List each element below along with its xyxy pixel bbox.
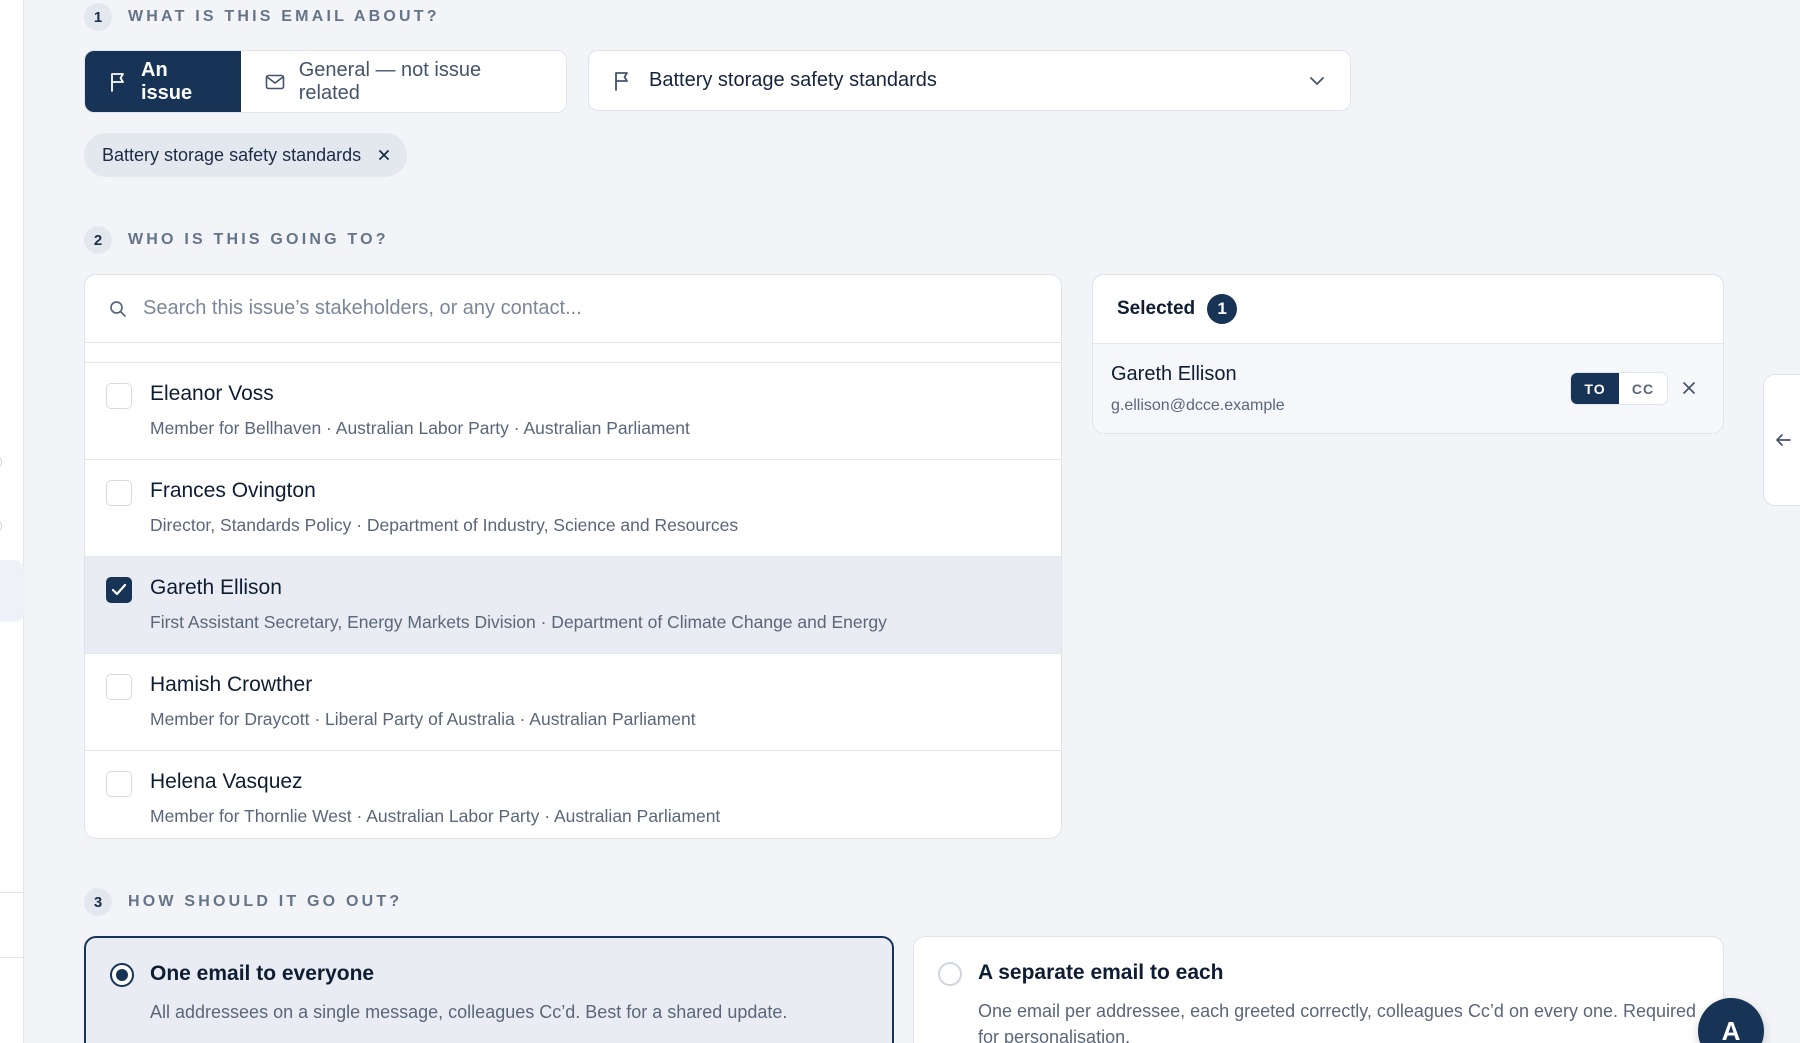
contact-name: Frances Ovington bbox=[150, 479, 316, 502]
sidebar-nav-icon[interactable] bbox=[0, 520, 2, 532]
close-icon[interactable] bbox=[377, 148, 391, 162]
step-title: WHAT IS THIS EMAIL ABOUT? bbox=[128, 8, 440, 25]
issue-chip: Battery storage safety standards bbox=[84, 133, 408, 177]
selected-count-badge: 1 bbox=[1207, 294, 1238, 324]
general-label: General — not issue related bbox=[298, 58, 482, 104]
contact-meta: Member for Thornlie West · Australian La… bbox=[150, 806, 721, 826]
app-sidebar-edge bbox=[0, 0, 24, 1043]
contact-meta: Director, Standards Policy · Department … bbox=[150, 515, 739, 535]
to-button[interactable]: TO bbox=[1571, 373, 1619, 404]
contact-row[interactable]: Gareth Ellison First Assistant Secretary… bbox=[85, 557, 1061, 654]
drawer-toggle[interactable] bbox=[1763, 374, 1800, 506]
step-number: 3 bbox=[84, 888, 112, 916]
selected-recipient-name: Gareth Ellison bbox=[1111, 363, 1237, 385]
step-1-header: 1 WHAT IS THIS EMAIL ABOUT? bbox=[84, 3, 440, 31]
an-issue-button[interactable]: An issue bbox=[85, 51, 241, 112]
close-icon[interactable] bbox=[1682, 381, 1696, 395]
checkbox[interactable] bbox=[106, 383, 132, 409]
an-issue-label: An issue bbox=[141, 58, 193, 104]
search-input[interactable] bbox=[143, 297, 1003, 320]
step-2-header: 2 WHO IS THIS GOING TO? bbox=[84, 226, 389, 254]
step-title: HOW SHOULD IT GO OUT? bbox=[128, 893, 403, 910]
contact-name: Hamish Crowther bbox=[150, 673, 313, 696]
contact-name: Eleanor Voss bbox=[150, 382, 274, 405]
chevron-down-icon bbox=[1308, 75, 1326, 87]
selected-recipient-email: g.ellison@dcce.example bbox=[1111, 397, 1285, 414]
step-number: 1 bbox=[84, 3, 112, 31]
option-title: One email to everyone bbox=[150, 962, 375, 985]
delivery-option-single[interactable]: One email to everyone All addressees on … bbox=[84, 936, 894, 1043]
search-bar bbox=[85, 275, 1061, 343]
issue-chip-label: Battery storage safety standards bbox=[102, 144, 362, 165]
radio-button[interactable] bbox=[938, 962, 962, 986]
selected-title: Selected bbox=[1117, 298, 1196, 319]
list-scroll-edge bbox=[85, 343, 1061, 363]
flag-icon bbox=[109, 72, 127, 92]
sidebar-active-item[interactable] bbox=[0, 560, 24, 622]
option-description: One email per addressee, each greeted co… bbox=[978, 1001, 1697, 1043]
option-description: All addressees on a single message, coll… bbox=[150, 1002, 788, 1022]
sidebar-nav-icon[interactable] bbox=[0, 456, 2, 468]
check-icon bbox=[111, 583, 127, 597]
step-number: 2 bbox=[84, 226, 112, 254]
general-button[interactable]: General — not issue related bbox=[241, 51, 566, 112]
email-type-toggle: An issue General — not issue related bbox=[84, 50, 567, 113]
contact-meta: Member for Bellhaven · Australian Labor … bbox=[150, 418, 690, 438]
search-icon bbox=[109, 300, 127, 318]
contact-meta: First Assistant Secretary, Energy Market… bbox=[150, 612, 887, 632]
contact-name: Gareth Ellison bbox=[150, 576, 282, 599]
delivery-option-separate[interactable]: A separate email to each One email per a… bbox=[913, 936, 1724, 1043]
recipient-picker: Eleanor Voss Member for Bellhaven · Aust… bbox=[84, 274, 1062, 839]
selected-recipient: Gareth Ellison g.ellison@dcce.example TO… bbox=[1093, 344, 1723, 433]
cc-button[interactable]: CC bbox=[1619, 373, 1667, 404]
flag-icon bbox=[613, 71, 631, 91]
arrow-left-icon bbox=[1774, 433, 1792, 447]
issue-select[interactable]: Battery storage safety standards bbox=[588, 50, 1351, 111]
contact-row[interactable]: Hamish Crowther Member for Draycott · Li… bbox=[85, 654, 1061, 751]
issue-select-value: Battery storage safety standards bbox=[649, 69, 937, 91]
checkbox[interactable] bbox=[106, 674, 132, 700]
step-3-header: 3 HOW SHOULD IT GO OUT? bbox=[84, 888, 402, 916]
selected-header: Selected 1 bbox=[1093, 275, 1723, 344]
mail-icon bbox=[265, 74, 285, 90]
contact-row[interactable]: Helena Vasquez Member for Thornlie West … bbox=[85, 751, 1061, 838]
radio-button[interactable] bbox=[110, 963, 134, 987]
contact-row[interactable]: Frances Ovington Director, Standards Pol… bbox=[85, 460, 1061, 557]
contact-row[interactable]: Eleanor Voss Member for Bellhaven · Aust… bbox=[85, 363, 1061, 460]
contact-name: Helena Vasquez bbox=[150, 770, 303, 793]
sidebar-divider bbox=[0, 957, 24, 958]
option-title: A separate email to each bbox=[978, 961, 1224, 984]
step-title: WHO IS THIS GOING TO? bbox=[128, 231, 389, 248]
sidebar-divider bbox=[0, 892, 24, 893]
selected-recipients-panel: Selected 1 Gareth Ellison g.ellison@dcce… bbox=[1092, 274, 1724, 434]
checkbox[interactable] bbox=[106, 577, 132, 603]
checkbox[interactable] bbox=[106, 480, 132, 506]
checkbox[interactable] bbox=[106, 771, 132, 797]
contact-meta: Member for Draycott · Liberal Party of A… bbox=[150, 709, 696, 729]
to-cc-toggle: TO CC bbox=[1570, 372, 1668, 405]
